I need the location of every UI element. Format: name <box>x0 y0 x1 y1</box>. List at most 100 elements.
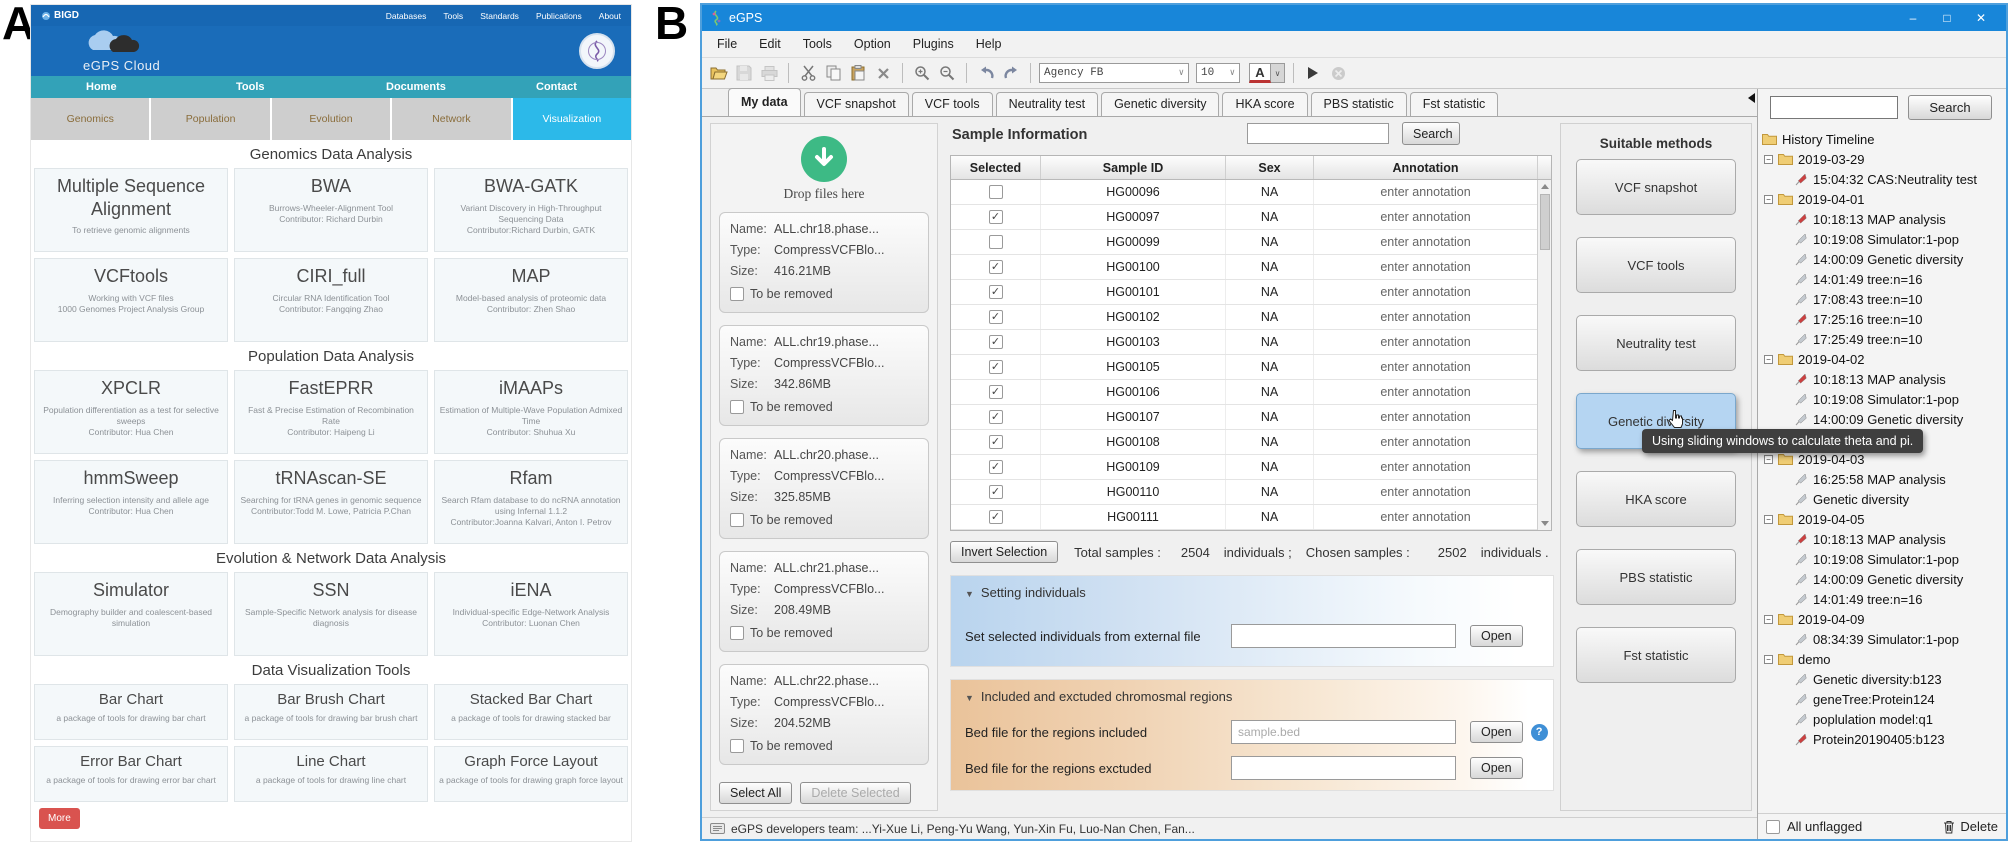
menu-file[interactable]: File <box>706 37 748 51</box>
table-row[interactable]: HG00096NAenter annotation <box>951 180 1551 205</box>
row-checkbox[interactable]: ✓ <box>989 485 1003 499</box>
category-tab-evolution[interactable]: Evolution <box>272 98 390 140</box>
tree-item[interactable]: 08:34:39 Simulator:1-pop <box>1762 629 2004 649</box>
method-button-pbs-statistic[interactable]: PBS statistic <box>1576 549 1736 605</box>
tool-card[interactable]: hmmSweepInferring selection intensity an… <box>34 460 228 544</box>
bed-excluded-input[interactable] <box>1231 756 1456 780</box>
topbar-menu-item[interactable]: Databases <box>386 11 427 21</box>
tree-item[interactable]: 10:18:13 MAP analysis <box>1762 369 2004 389</box>
tree-item[interactable]: geneTree:Protein124 <box>1762 689 2004 709</box>
font-size-select[interactable]: 10∨ <box>1196 63 1240 83</box>
tree-item[interactable]: 17:25:16 tree:n=10 <box>1762 309 2004 329</box>
bed-included-input[interactable] <box>1231 720 1456 744</box>
method-button-vcf-tools[interactable]: VCF tools <box>1576 237 1736 293</box>
table-row[interactable]: ✓HG00108NAenter annotation <box>951 430 1551 455</box>
menu-plugins[interactable]: Plugins <box>902 37 965 51</box>
category-tab-network[interactable]: Network <box>392 98 510 140</box>
table-row[interactable]: ✓HG00110NAenter annotation <box>951 480 1551 505</box>
help-icon[interactable]: ? <box>1531 724 1548 741</box>
paste-icon[interactable] <box>847 62 869 84</box>
tool-card[interactable]: FastEPRRFast & Precise Estimation of Rec… <box>234 370 428 454</box>
to-be-removed-checkbox[interactable] <box>730 287 744 301</box>
cell-annotation[interactable]: enter annotation <box>1314 230 1538 254</box>
menu-help[interactable]: Help <box>965 37 1013 51</box>
copy-icon[interactable] <box>822 62 844 84</box>
tree-root[interactable]: History Timeline <box>1762 129 2004 149</box>
tab-hka-score[interactable]: HKA score <box>1222 92 1307 116</box>
to-be-removed-checkbox[interactable] <box>730 400 744 414</box>
method-button-vcf-snapshot[interactable]: VCF snapshot <box>1576 159 1736 215</box>
table-row[interactable]: HG00099NAenter annotation <box>951 230 1551 255</box>
expander-icon[interactable]: − <box>1764 455 1773 464</box>
topbar-menu-item[interactable]: Publications <box>536 11 582 21</box>
tree-item[interactable]: poplulation model:q1 <box>1762 709 2004 729</box>
cell-annotation[interactable]: enter annotation <box>1314 255 1538 279</box>
external-file-open-button[interactable]: Open <box>1470 625 1523 647</box>
method-button-hka-score[interactable]: HKA score <box>1576 471 1736 527</box>
cell-annotation[interactable]: enter annotation <box>1314 380 1538 404</box>
topbar-menu-item[interactable]: Standards <box>480 11 519 21</box>
title-bar[interactable]: eGPS – □ ✕ <box>702 5 2006 31</box>
cell-annotation[interactable]: enter annotation <box>1314 305 1538 329</box>
row-checkbox[interactable] <box>989 235 1003 249</box>
table-row[interactable]: ✓HG00109NAenter annotation <box>951 455 1551 480</box>
tree-item[interactable]: 15:04:32 CAS:Neutrality test <box>1762 169 2004 189</box>
row-checkbox[interactable]: ✓ <box>989 435 1003 449</box>
row-checkbox[interactable]: ✓ <box>989 210 1003 224</box>
tool-card[interactable]: BWABurrows-Wheeler-Alignment ToolContrib… <box>234 168 428 252</box>
delete-icon[interactable] <box>872 62 894 84</box>
tool-card[interactable]: RfamSearch Rfam database to do ncRNA ann… <box>434 460 628 544</box>
cell-annotation[interactable]: enter annotation <box>1314 180 1538 204</box>
external-file-input[interactable] <box>1231 624 1456 648</box>
tool-card[interactable]: Error Bar Charta package of tools for dr… <box>34 746 228 802</box>
tree-item[interactable]: 10:18:13 MAP analysis <box>1762 529 2004 549</box>
row-checkbox[interactable]: ✓ <box>989 360 1003 374</box>
tree-group[interactable]: −2019-03-29 <box>1762 149 2004 169</box>
menu-tools[interactable]: Tools <box>792 37 843 51</box>
bigd-brand[interactable]: BIGD <box>41 10 79 21</box>
cell-annotation[interactable]: enter annotation <box>1314 480 1538 504</box>
play-icon[interactable] <box>1302 62 1324 84</box>
tab-genetic-diversity[interactable]: Genetic diversity <box>1101 92 1219 116</box>
undo-icon[interactable] <box>975 62 997 84</box>
tree-item[interactable]: Genetic diversity <box>1762 489 2004 509</box>
tool-card[interactable]: Stacked Bar Charta package of tools for … <box>434 684 628 740</box>
tool-card[interactable]: SimulatorDemography builder and coalesce… <box>34 572 228 656</box>
cell-annotation[interactable]: enter annotation <box>1314 405 1538 429</box>
to-be-removed-checkbox[interactable] <box>730 513 744 527</box>
bed-included-open-button[interactable]: Open <box>1470 721 1523 743</box>
drop-zone[interactable]: Drop files here <box>711 124 937 202</box>
tree-group[interactable]: −2019-04-09 <box>1762 609 2004 629</box>
table-row[interactable]: ✓HG00102NAenter annotation <box>951 305 1551 330</box>
method-button-fst-statistic[interactable]: Fst statistic <box>1576 627 1736 683</box>
regions-header[interactable]: ▼Included and exctuded chromosmal region… <box>951 680 1553 704</box>
tree-item[interactable]: 17:25:49 tree:n=10 <box>1762 329 2004 349</box>
bed-excluded-open-button[interactable]: Open <box>1470 757 1523 779</box>
delete-selected-button[interactable]: Delete Selected <box>800 782 910 804</box>
tree-item[interactable]: 10:19:08 Simulator:1-pop <box>1762 389 2004 409</box>
topbar-menu-item[interactable]: Tools <box>443 11 463 21</box>
tree-item[interactable]: 14:01:49 tree:n=16 <box>1762 589 2004 609</box>
cell-annotation[interactable]: enter annotation <box>1314 280 1538 304</box>
save-icon[interactable] <box>733 62 755 84</box>
font-family-select[interactable]: Agency FB∨ <box>1039 63 1189 83</box>
tool-card[interactable]: iMAAPsEstimation of Multiple-Wave Popula… <box>434 370 628 454</box>
row-checkbox[interactable] <box>989 185 1003 199</box>
tree-group[interactable]: −2019-04-02 <box>1762 349 2004 369</box>
expander-icon[interactable]: − <box>1764 615 1773 624</box>
collapse-left-icon[interactable] <box>1748 93 1755 103</box>
expander-icon[interactable]: − <box>1764 655 1773 664</box>
print-icon[interactable] <box>758 62 780 84</box>
history-search-button[interactable]: Search <box>1908 95 1992 120</box>
table-row[interactable]: ✓HG00097NAenter annotation <box>951 205 1551 230</box>
open-icon[interactable] <box>708 62 730 84</box>
select-all-button[interactable]: Select All <box>719 782 792 804</box>
tree-group[interactable]: −2019-04-01 <box>1762 189 2004 209</box>
nav-item-tools[interactable]: Tools <box>181 81 331 93</box>
to-be-removed-checkbox[interactable] <box>730 739 744 753</box>
row-checkbox[interactable]: ✓ <box>989 410 1003 424</box>
to-be-removed-checkbox[interactable] <box>730 626 744 640</box>
more-button[interactable]: More <box>39 808 80 829</box>
row-checkbox[interactable]: ✓ <box>989 385 1003 399</box>
scroll-down-icon[interactable] <box>1541 521 1549 526</box>
